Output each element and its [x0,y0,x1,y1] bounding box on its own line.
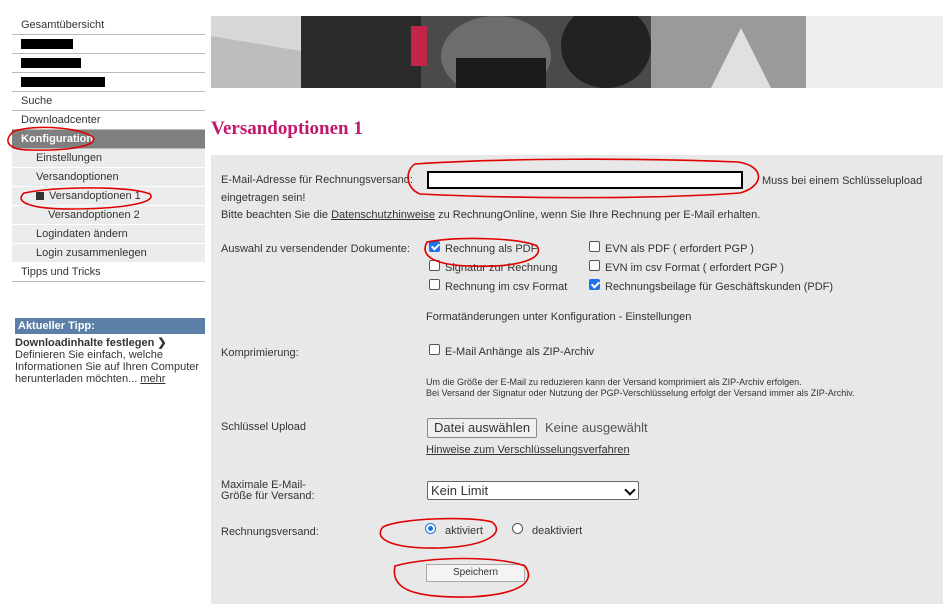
max-size-select[interactable]: Kein Limit [427,481,639,500]
tip-box: Aktueller Tipp: Downloadinhalte festlege… [15,318,205,385]
redaction-bar [21,77,105,88]
privacy-text-pre: Bitte beachten Sie die [221,209,332,221]
banner-extension [806,16,943,88]
sidebar-item-redacted-3[interactable] [12,73,205,92]
tip-body-text: Definieren Sie einfach, welche Informati… [15,349,200,385]
page-title: Versandoptionen 1 [211,118,363,139]
checkbox-evn-csv[interactable] [589,260,600,271]
max-size-label-cont: Größe für Versand: [221,490,315,502]
privacy-link[interactable]: Datenschutzhinweise [331,209,435,221]
dispatch-label: Rechnungsversand: [221,526,319,538]
sidebar-nav: Gesamtübersicht Suche Downloadcenter Kon… [12,16,205,282]
chevron-down-icon [624,484,636,496]
tip-title-text[interactable]: Downloadinhalte festlegen [15,337,154,349]
sidebar-item-redacted-1[interactable] [12,35,205,54]
email-note-cont: eingetragen sein! [221,192,306,204]
choose-file-button[interactable]: Datei auswählen [427,418,538,438]
format-note: Formatänderungen unter Konfiguration - E… [426,311,692,323]
form-panel: E-Mail-Adresse für Rechnungsversand: Mus… [211,155,943,604]
checkbox-label: E-Mail Anhänge als ZIP-Archiv [445,346,595,358]
encryption-info-link[interactable]: Hinweise zum Verschlüsselungsverfahren [426,444,630,456]
checkbox-label: EVN im csv Format ( erfordert PGP ) [605,262,784,274]
radio-aktiviert[interactable] [425,523,436,534]
sidebar-item-redacted-2[interactable] [12,54,205,73]
radio-label: deaktiviert [532,525,583,537]
radio-label: aktiviert [445,525,483,537]
sidebar-item-tipps-und-tricks[interactable]: Tipps und Tricks [12,263,205,282]
compression-note-1: Um die Größe der E-Mail zu reduzieren ka… [426,377,802,387]
checkbox-label: Rechnungsbeilage für Geschäftskunden (PD… [605,281,834,293]
checkbox-label: Rechnung im csv Format [445,281,568,293]
checkbox-label: Signatur zur Rechnung [445,262,558,274]
tip-body: Definieren Sie einfach, welche Informati… [15,349,205,385]
checkbox-label: EVN als PDF ( erfordert PGP ) [605,243,754,255]
sidebar-item-label: Versandoptionen 1 [49,190,141,202]
checkbox-signatur[interactable] [429,260,440,271]
sidebar-item-versandoptionen-1[interactable]: Versandoptionen 1 [12,187,205,206]
checkbox-rechnung-pdf[interactable] [429,241,440,252]
redaction-bar [21,39,73,50]
documents-label: Auswahl zu versendender Dokumente: [221,243,410,255]
checkbox-zip[interactable] [429,344,440,355]
sidebar-item-logindaten-aendern[interactable]: Logindaten ändern [12,225,205,244]
sidebar-item-einstellungen[interactable]: Einstellungen [12,149,205,168]
email-field[interactable] [427,171,743,189]
checkbox-label: Rechnung als PDF [445,243,538,255]
header-banner-image [211,16,806,88]
tip-title[interactable]: Downloadinhalte festlegen ❯ [15,336,205,349]
sidebar-item-downloadcenter[interactable]: Downloadcenter [12,111,205,130]
tip-more-link[interactable]: mehr [140,373,165,385]
checkbox-rechnung-csv[interactable] [429,279,440,290]
compression-note-2: Bei Versand der Signatur oder Nutzung de… [426,388,855,398]
email-note: Muss bei einem Schlüsselupload [762,175,923,187]
tip-header: Aktueller Tipp: [15,318,205,334]
chevron-right-icon: ❯ [157,337,167,349]
key-upload-label: Schlüssel Upload [221,421,306,433]
privacy-text: Bitte beachten Sie die Datenschutzhinwei… [221,209,760,221]
email-label: E-Mail-Adresse für Rechnungsversand: [221,174,413,186]
sidebar-item-gesamtuebersicht[interactable]: Gesamtübersicht [12,16,205,35]
radio-deaktiviert[interactable] [512,523,523,534]
sidebar-item-versandoptionen-2[interactable]: Versandoptionen 2 [12,206,205,225]
select-value: Kein Limit [431,483,489,498]
sidebar-item-versandoptionen[interactable]: Versandoptionen [12,168,205,187]
sidebar-item-login-zusammenlegen[interactable]: Login zusammenlegen [12,244,205,263]
sidebar-item-suche[interactable]: Suche [12,92,205,111]
save-button[interactable]: Speichern [426,564,525,582]
sidebar-item-konfiguration[interactable]: Konfiguration [12,130,205,149]
compression-label: Komprimierung: [221,347,299,359]
file-status: Keine ausgewählt [545,420,648,435]
checkbox-rechnungsbeilage[interactable] [589,279,600,290]
square-bullet-icon [36,192,44,201]
redaction-bar [21,58,81,69]
privacy-text-post: zu RechnungOnline, wenn Sie Ihre Rechnun… [435,209,761,221]
banner-photo-illustration [211,16,806,88]
checkbox-evn-pdf[interactable] [589,241,600,252]
